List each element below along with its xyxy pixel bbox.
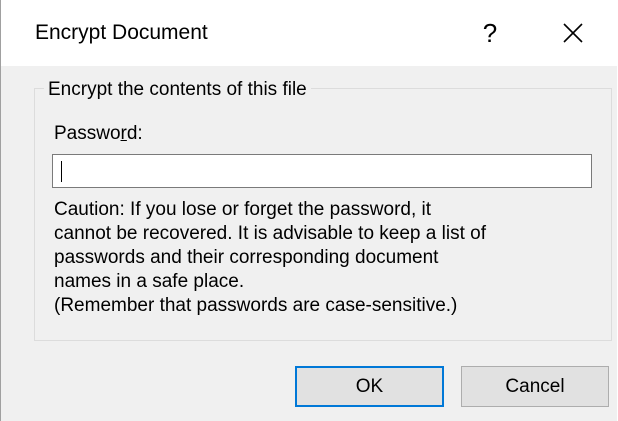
caution-text: Caution: If you lose or forget the passw… xyxy=(54,198,602,318)
help-button[interactable]: ? xyxy=(459,0,521,66)
title-bar: Encrypt Document ? xyxy=(1,0,618,66)
password-input[interactable] xyxy=(52,154,592,188)
password-label-end: d: xyxy=(126,123,143,144)
groupbox-legend: Encrypt the contents of this file xyxy=(44,79,311,101)
caution-line: names in a safe place. xyxy=(54,271,245,292)
password-label: Password: xyxy=(54,122,143,146)
password-label-start: Passwo xyxy=(54,123,121,144)
ok-button[interactable]: OK xyxy=(295,366,444,407)
encrypt-document-dialog: Encrypt Document ? Encrypt the contents … xyxy=(0,0,618,421)
cancel-button[interactable]: Cancel xyxy=(461,366,609,407)
caution-line: cannot be recovered. It is advisable to … xyxy=(54,223,486,244)
close-button[interactable] xyxy=(537,0,609,66)
text-caret xyxy=(61,161,62,182)
caution-line: (Remember that passwords are case-sensit… xyxy=(54,295,458,316)
close-icon xyxy=(563,23,583,43)
caution-line: passwords and their corresponding docume… xyxy=(54,247,439,268)
caution-line: Caution: If you lose or forget the passw… xyxy=(54,199,432,220)
dialog-title: Encrypt Document xyxy=(35,21,208,44)
